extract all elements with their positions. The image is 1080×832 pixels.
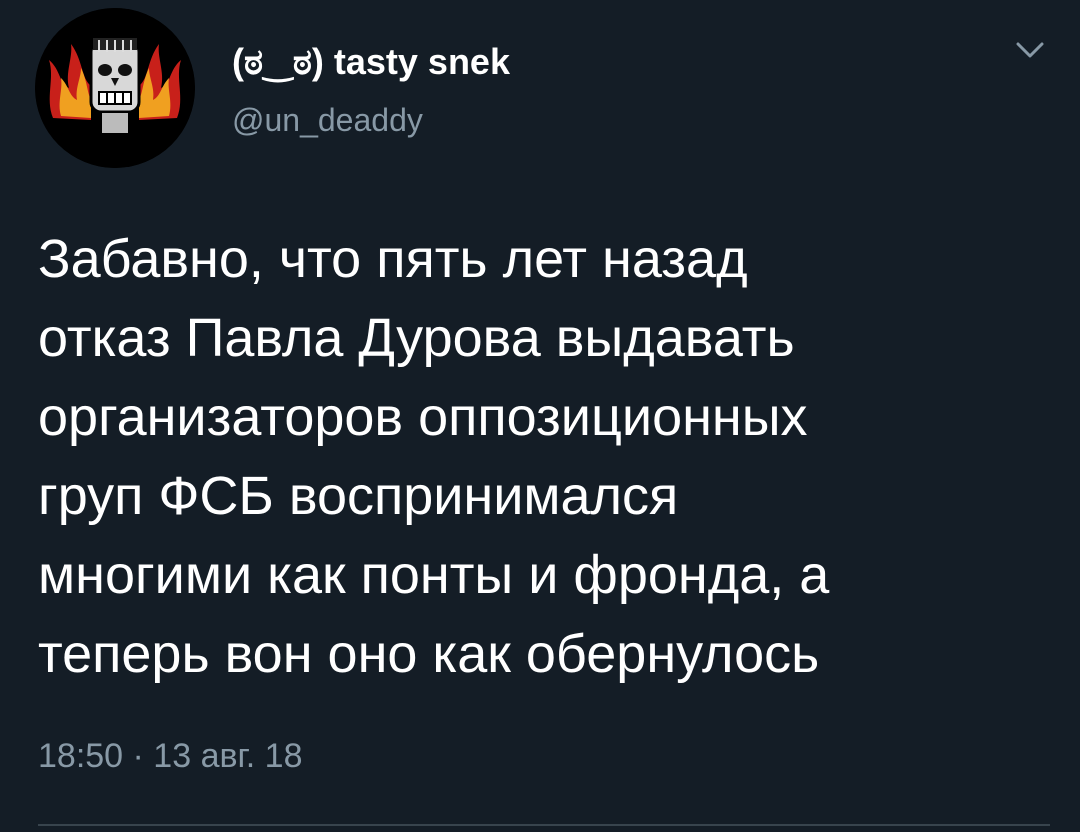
skull-flames-icon [35,8,195,168]
tweet-text: Забавно, что пять лет назад отказ Павла … [38,220,1048,694]
tweet-text-line: теперь вон оно как обернулось [38,624,820,684]
tweet-timestamp[interactable]: 18:50 · 13 авг. 18 [38,734,303,778]
tweet-text-line: многими как понты и фронда, а [38,545,830,605]
tweet-text-line: отказ Павла Дурова выдавать [38,308,795,368]
avatar[interactable] [35,8,195,168]
tweet-text-line: Забавно, что пять лет назад [38,229,748,289]
tweet-text-line: груп ФСБ воспринимался [38,466,679,526]
tweet-text-line: организаторов оппозиционных [38,387,808,447]
tweet-card: (ಠ‿ಠ) tasty snek @un_deaddy Забавно, что… [0,0,1080,832]
user-handle[interactable]: @un_deaddy [232,100,423,140]
display-name[interactable]: (ಠ‿ಠ) tasty snek [232,40,510,84]
chevron-down-icon[interactable] [1010,36,1050,66]
divider [38,824,1050,826]
